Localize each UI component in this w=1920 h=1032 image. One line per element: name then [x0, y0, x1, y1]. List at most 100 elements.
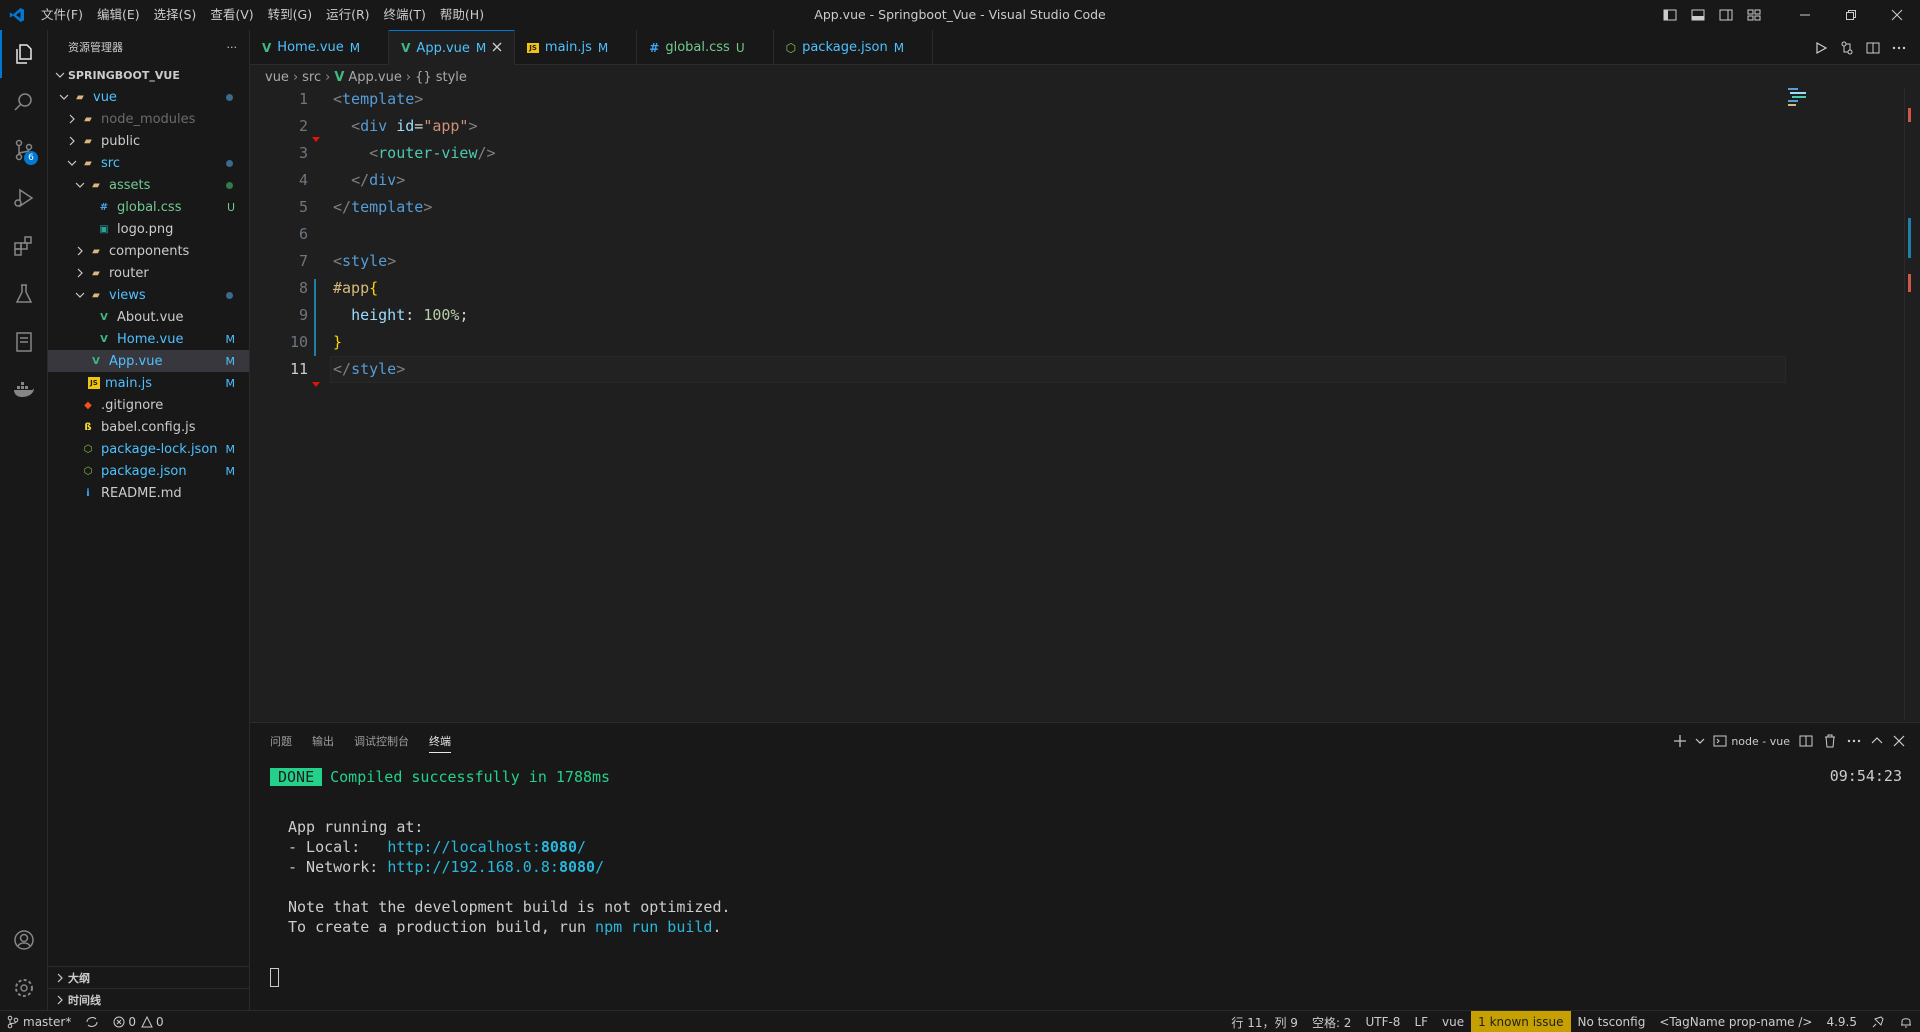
tab-output[interactable]: 输出 [312, 731, 334, 753]
breadcrumb-item[interactable]: vue [265, 70, 289, 85]
tree-item[interactable]: i README.md [48, 482, 249, 504]
tree-item[interactable]: ▰ views [48, 284, 249, 306]
tab-label: App.vue [416, 40, 470, 56]
menu-item[interactable]: 帮助(H) [433, 0, 491, 30]
menu-item[interactable]: 编辑(E) [90, 0, 147, 30]
editor-scrollbar[interactable] [1904, 88, 1918, 720]
known-issue-badge[interactable]: 1 known issue [1471, 1011, 1571, 1032]
tree-item[interactable]: V App.vue M [48, 350, 249, 372]
cursor-position[interactable]: 行 11，列 9 [1224, 1011, 1305, 1032]
tree-item[interactable]: ▰ vue [48, 86, 249, 108]
minimap[interactable] [1786, 86, 1816, 106]
terminal-dropdown-chevron-icon[interactable] [1691, 729, 1709, 753]
network-url[interactable]: http://192.168.0.8:8080/ [387, 858, 604, 876]
feedback-icon[interactable] [1864, 1011, 1892, 1032]
tree-item[interactable]: V Home.vue M [48, 328, 249, 350]
testing-flask-icon[interactable] [0, 270, 48, 318]
restore-icon[interactable] [1828, 0, 1874, 30]
breadcrumb-item[interactable]: src [302, 70, 321, 85]
editor-tab[interactable]: V Home.vue M [250, 30, 390, 65]
tagname-status[interactable]: <TagName prop-name /> [1652, 1011, 1819, 1032]
close-tab-icon[interactable] [492, 40, 502, 56]
workspace-root[interactable]: SPRINGBOOT_VUE [48, 64, 249, 86]
source-control-icon[interactable]: 6 [0, 126, 48, 174]
terminal-instance[interactable]: node - vue [1709, 729, 1794, 753]
tree-item[interactable]: ▰ assets [48, 174, 249, 196]
branch-status[interactable]: master* [0, 1011, 78, 1032]
indentation[interactable]: 空格: 2 [1305, 1011, 1359, 1032]
tree-item[interactable]: ▰ router [48, 262, 249, 284]
tree-item[interactable]: # global.css U [48, 196, 249, 218]
tree-item[interactable]: JS main.js M [48, 372, 249, 394]
tree-item[interactable]: ▰ public [48, 130, 249, 152]
tab-debug-console[interactable]: 调试控制台 [354, 731, 409, 753]
accounts-icon[interactable] [0, 916, 48, 964]
split-terminal-icon[interactable] [1794, 729, 1818, 753]
tree-item[interactable]: V About.vue [48, 306, 249, 328]
tree-item[interactable]: ß babel.config.js [48, 416, 249, 438]
end-of-line[interactable]: LF [1407, 1011, 1435, 1032]
babel-icon: ß [84, 421, 92, 433]
breadcrumb-item[interactable]: App.vue [348, 70, 401, 85]
settings-gear-icon[interactable] [0, 964, 48, 1012]
editor-tab[interactable]: ⬡ package.json M [774, 30, 934, 65]
problems-status[interactable]: 00 [106, 1011, 170, 1032]
encoding[interactable]: UTF-8 [1358, 1011, 1407, 1032]
tree-item-label: babel.config.js [101, 419, 196, 435]
toggle-panel-icon[interactable] [1684, 0, 1712, 30]
outline-section[interactable]: 大纲 [48, 966, 250, 988]
breadcrumb: vue › src › V App.vue › {} style [265, 66, 467, 88]
explorer-icon[interactable] [0, 30, 48, 78]
menu-item[interactable]: 运行(R) [319, 0, 376, 30]
breadcrumb-item[interactable]: {} style [415, 70, 467, 85]
notifications-bell-icon[interactable] [1892, 1011, 1920, 1032]
tree-item[interactable]: ▰ components [48, 240, 249, 262]
tab-terminal[interactable]: 终端 [429, 731, 451, 753]
tree-item[interactable]: ▰ node_modules [48, 108, 249, 130]
extensions-icon[interactable] [0, 222, 48, 270]
more-actions-icon[interactable] [1886, 35, 1912, 61]
tsconfig-status[interactable]: No tsconfig [1571, 1011, 1653, 1032]
tab-problems[interactable]: 问题 [270, 731, 292, 753]
tree-item[interactable]: ⬡ package.json M [48, 460, 249, 482]
menu-item[interactable]: 终端(T) [377, 0, 433, 30]
editor-tab[interactable]: JS main.js M [515, 30, 638, 65]
new-terminal-plus-icon[interactable] [1669, 729, 1691, 753]
timeline-section[interactable]: 时间线 [48, 988, 250, 1010]
tree-item[interactable]: ▰ src [48, 152, 249, 174]
menu-item[interactable]: 文件(F) [34, 0, 90, 30]
explorer-more-actions-button[interactable]: ··· [227, 41, 238, 54]
run-debug-icon[interactable] [0, 174, 48, 222]
sync-icon[interactable] [78, 1011, 106, 1032]
search-icon[interactable] [0, 78, 48, 126]
close-panel-icon[interactable] [1888, 729, 1910, 753]
customize-layout-icon[interactable] [1740, 0, 1768, 30]
tab-label: global.css [665, 40, 730, 55]
close-window-icon[interactable] [1874, 0, 1920, 30]
open-changes-icon[interactable] [1834, 35, 1860, 61]
docker-icon[interactable] [0, 366, 48, 414]
kill-terminal-trash-icon[interactable] [1818, 729, 1842, 753]
remote-explorer-icon[interactable] [0, 318, 48, 366]
toggle-secondary-sidebar-icon[interactable] [1712, 0, 1740, 30]
code-editor[interactable] [250, 88, 1906, 720]
more-actions-icon[interactable] [1842, 729, 1866, 753]
local-url[interactable]: http://localhost:8080/ [387, 838, 586, 856]
tree-item[interactable]: ◆ .gitignore [48, 394, 249, 416]
maximize-panel-chevron-up-icon[interactable] [1866, 729, 1888, 753]
editor-tab[interactable]: # global.css U [637, 30, 774, 65]
menu-item[interactable]: 查看(V) [203, 0, 260, 30]
run-icon[interactable] [1808, 35, 1834, 61]
tree-item-label: App.vue [109, 353, 163, 369]
menu-item[interactable]: 转到(G) [261, 0, 319, 30]
toggle-primary-sidebar-icon[interactable] [1656, 0, 1684, 30]
split-editor-icon[interactable] [1860, 35, 1886, 61]
menu-item[interactable]: 选择(S) [147, 0, 204, 30]
version-status[interactable]: 4.9.5 [1819, 1011, 1864, 1032]
editor-tab[interactable]: V App.vue M [389, 30, 516, 65]
tree-item[interactable]: ⬡ package-lock.json M [48, 438, 249, 460]
git-branch-icon [7, 1015, 19, 1028]
tree-item[interactable]: ▣ logo.png [48, 218, 249, 240]
language-mode[interactable]: vue [1435, 1011, 1471, 1032]
minimize-icon[interactable] [1782, 0, 1828, 30]
